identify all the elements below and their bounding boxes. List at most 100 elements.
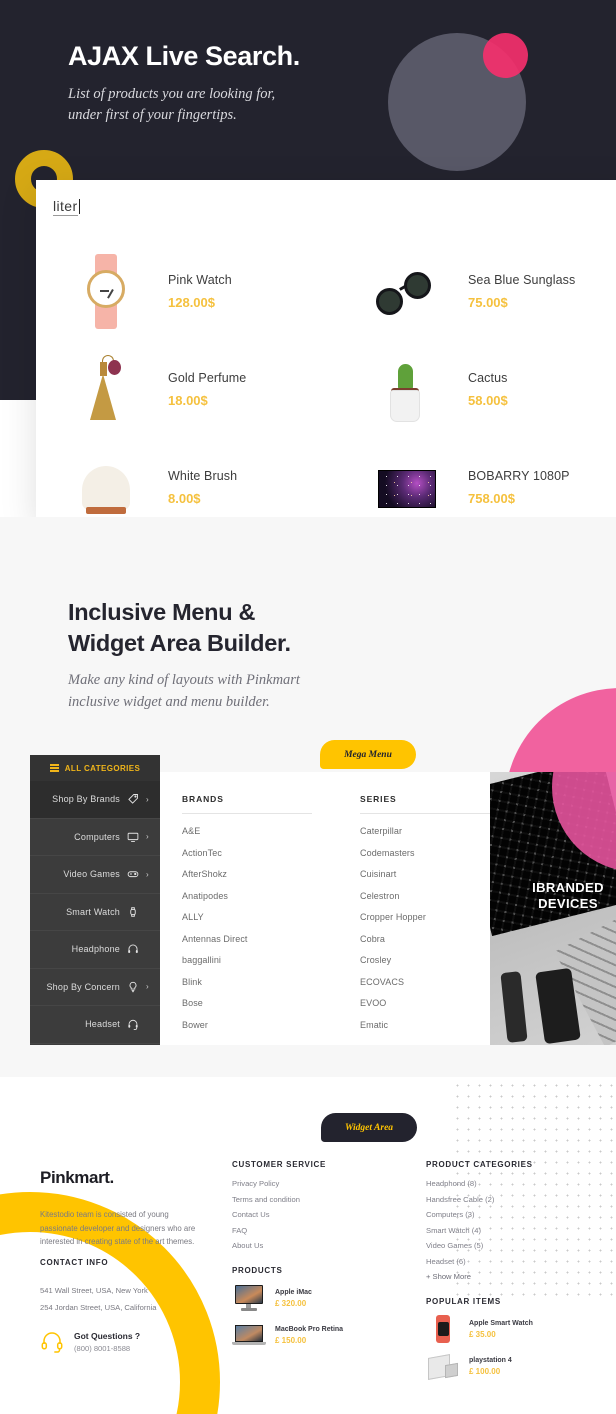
sidebar-item-shop-by-brands[interactable]: Shop By Brands › bbox=[30, 781, 160, 819]
sidebar-item-label: Headset bbox=[85, 1019, 120, 1030]
sidebar-item-video-games[interactable]: Video Games › bbox=[30, 856, 160, 894]
watch-icon bbox=[70, 252, 142, 330]
sidebar-item-headset[interactable]: Headset bbox=[30, 1006, 160, 1044]
product-categories-heading: PRODUCT CATEGORIES bbox=[426, 1160, 533, 1169]
list-item[interactable]: Crosley bbox=[360, 955, 490, 965]
category-link[interactable]: Headset (6) bbox=[426, 1257, 601, 1266]
popular-item[interactable]: Apple Smart Watch £ 35.00 bbox=[426, 1315, 601, 1343]
menu-section-heading-block: Inclusive Menu & Widget Area Builder. Ma… bbox=[68, 597, 448, 714]
customer-service-heading: CUSTOMER SERVICE bbox=[232, 1160, 327, 1169]
footer-link[interactable]: FAQ bbox=[232, 1226, 362, 1235]
product-thumbnail bbox=[358, 249, 454, 333]
sidebar-item-label: Shop By Brands bbox=[52, 794, 120, 805]
list-item[interactable]: Codemasters bbox=[360, 848, 490, 858]
text-caret bbox=[78, 199, 80, 214]
mega-menu-columns: BRANDS A&E ActionTec AfterShokz Anatipod… bbox=[160, 772, 490, 1045]
product-price: 758.00$ bbox=[468, 490, 515, 506]
product-price: 58.00$ bbox=[468, 392, 508, 408]
list-item[interactable]: Anatipodes bbox=[182, 891, 312, 901]
headset-icon bbox=[127, 1018, 139, 1031]
chevron-right-icon: › bbox=[146, 982, 149, 992]
list-item[interactable]: Cuisinart bbox=[360, 869, 490, 879]
search-results-grid: Pink Watch 128.00$ Sea Blue Sunglass 75.… bbox=[36, 242, 616, 517]
decorative-pink-circle bbox=[483, 33, 528, 78]
macbook-icon bbox=[232, 1321, 266, 1349]
list-item[interactable]: A&E bbox=[182, 826, 312, 836]
all-categories-label: ALL CATEGORIES bbox=[64, 763, 141, 773]
mega-menu-dropdown: BRANDS A&E ActionTec AfterShokz Anatipod… bbox=[160, 772, 616, 1045]
show-more-button[interactable]: + Show More bbox=[426, 1272, 601, 1281]
footer-addresses: 541 Wall Street, USA, New York 254 Jorda… bbox=[40, 1283, 220, 1316]
sidebar-item-label: Headphone bbox=[71, 944, 120, 955]
search-result-item[interactable]: Gold Perfume 18.00$ bbox=[36, 340, 336, 438]
category-link[interactable]: Handsfree Cable (2) bbox=[426, 1195, 601, 1204]
got-questions-block: Got Questions ? (800) 8001-8588 bbox=[40, 1330, 140, 1354]
product-thumbnail bbox=[58, 249, 154, 333]
all-categories-header[interactable]: ALL CATEGORIES bbox=[30, 755, 160, 781]
products-heading: PRODUCTS bbox=[232, 1266, 283, 1275]
list-item[interactable]: AfterShokz bbox=[182, 869, 312, 879]
footer-product-item[interactable]: Apple iMac £ 320.00 bbox=[232, 1284, 362, 1312]
list-item[interactable]: EVOO bbox=[360, 998, 490, 1008]
list-item[interactable]: ECOVACS bbox=[360, 977, 490, 987]
search-result-item[interactable]: BOBARRY 1080P 758.00$ bbox=[336, 438, 616, 517]
search-result-item[interactable]: Cactus 58.00$ bbox=[336, 340, 616, 438]
list-item[interactable]: Celestron bbox=[360, 891, 490, 901]
footer-link[interactable]: About Us bbox=[232, 1241, 362, 1250]
list-item[interactable]: Bose bbox=[182, 998, 312, 1008]
sidebar-item-headphone[interactable]: Headphone bbox=[30, 931, 160, 969]
category-link[interactable]: Headphond (8) bbox=[426, 1179, 601, 1188]
list-item[interactable]: Ematic bbox=[360, 1020, 490, 1030]
sidebar-item-computers[interactable]: Computers › bbox=[30, 819, 160, 856]
search-input[interactable]: liter bbox=[53, 198, 353, 216]
watch-icon bbox=[127, 906, 139, 918]
category-link[interactable]: Video Games (5) bbox=[426, 1241, 601, 1250]
list-item[interactable]: Cobra bbox=[360, 934, 490, 944]
hamburger-icon bbox=[49, 762, 59, 773]
imac-icon bbox=[232, 1284, 266, 1312]
footer-link[interactable]: Contact Us bbox=[232, 1210, 362, 1219]
list-item[interactable]: Bower bbox=[182, 1020, 312, 1030]
product-name: Cactus bbox=[468, 370, 508, 385]
cactus-icon bbox=[370, 350, 442, 428]
footer-column-product-categories: PRODUCT CATEGORIES Headphond (8) Handsfr… bbox=[426, 1160, 601, 1380]
product-price: £ 100.00 bbox=[469, 1366, 501, 1376]
sidebar-item-shop-by-concern[interactable]: Shop By Concern › bbox=[30, 969, 160, 1006]
footer-logo[interactable]: Pinkmart. bbox=[40, 1168, 114, 1188]
sidebar-item-label: Smart Watch bbox=[66, 906, 120, 917]
list-item[interactable]: Antennas Direct bbox=[182, 934, 312, 944]
headset-support-icon bbox=[40, 1330, 64, 1354]
list-item[interactable]: ALLY bbox=[182, 912, 312, 922]
product-price: 8.00$ bbox=[168, 490, 201, 506]
mega-menu-column-series: SERIES Caterpillar Codemasters Cuisinart… bbox=[360, 794, 490, 1045]
chevron-right-icon: › bbox=[146, 794, 149, 804]
widget-area-badge: Widget Area bbox=[321, 1113, 417, 1142]
search-result-item[interactable]: White Brush 8.00$ bbox=[36, 438, 336, 517]
list-item[interactable]: baggallini bbox=[182, 955, 312, 965]
search-input-value: liter bbox=[53, 198, 78, 216]
galaxy-monitor-icon bbox=[370, 448, 442, 517]
footer-link[interactable]: Terms and condition bbox=[232, 1195, 362, 1204]
gamepad-icon bbox=[127, 868, 139, 880]
footer-link[interactable]: Privacy Policy bbox=[232, 1179, 362, 1188]
hero-subtitle: List of products you are looking for, un… bbox=[68, 85, 276, 123]
menu-section-subtitle: Make any kind of layouts with Pinkmart i… bbox=[68, 672, 300, 710]
footer-product-item[interactable]: MacBook Pro Retina £ 150.00 bbox=[232, 1321, 362, 1349]
questions-phone[interactable]: (800) 8001-8588 bbox=[74, 1344, 140, 1353]
promo-banner[interactable]: IBRANDED DEVICES bbox=[490, 772, 616, 1045]
tag-icon bbox=[127, 793, 139, 805]
product-name: Gold Perfume bbox=[168, 370, 247, 385]
category-link[interactable]: Smart Watch (4) bbox=[426, 1226, 601, 1235]
category-link[interactable]: Computers (3) bbox=[426, 1210, 601, 1219]
search-result-item[interactable]: Sea Blue Sunglass 75.00$ bbox=[336, 242, 616, 340]
list-item[interactable]: Caterpillar bbox=[360, 826, 490, 836]
popular-item[interactable]: playstation 4 £ 100.00 bbox=[426, 1352, 601, 1380]
list-item[interactable]: Cropper Hopper bbox=[360, 912, 490, 922]
list-item[interactable]: Blink bbox=[182, 977, 312, 987]
product-price: 75.00$ bbox=[468, 294, 508, 310]
perfume-icon bbox=[70, 350, 142, 428]
monitor-icon bbox=[127, 831, 139, 843]
sidebar-item-smart-watch[interactable]: Smart Watch bbox=[30, 894, 160, 931]
list-item[interactable]: ActionTec bbox=[182, 848, 312, 858]
search-result-item[interactable]: Pink Watch 128.00$ bbox=[36, 242, 336, 340]
